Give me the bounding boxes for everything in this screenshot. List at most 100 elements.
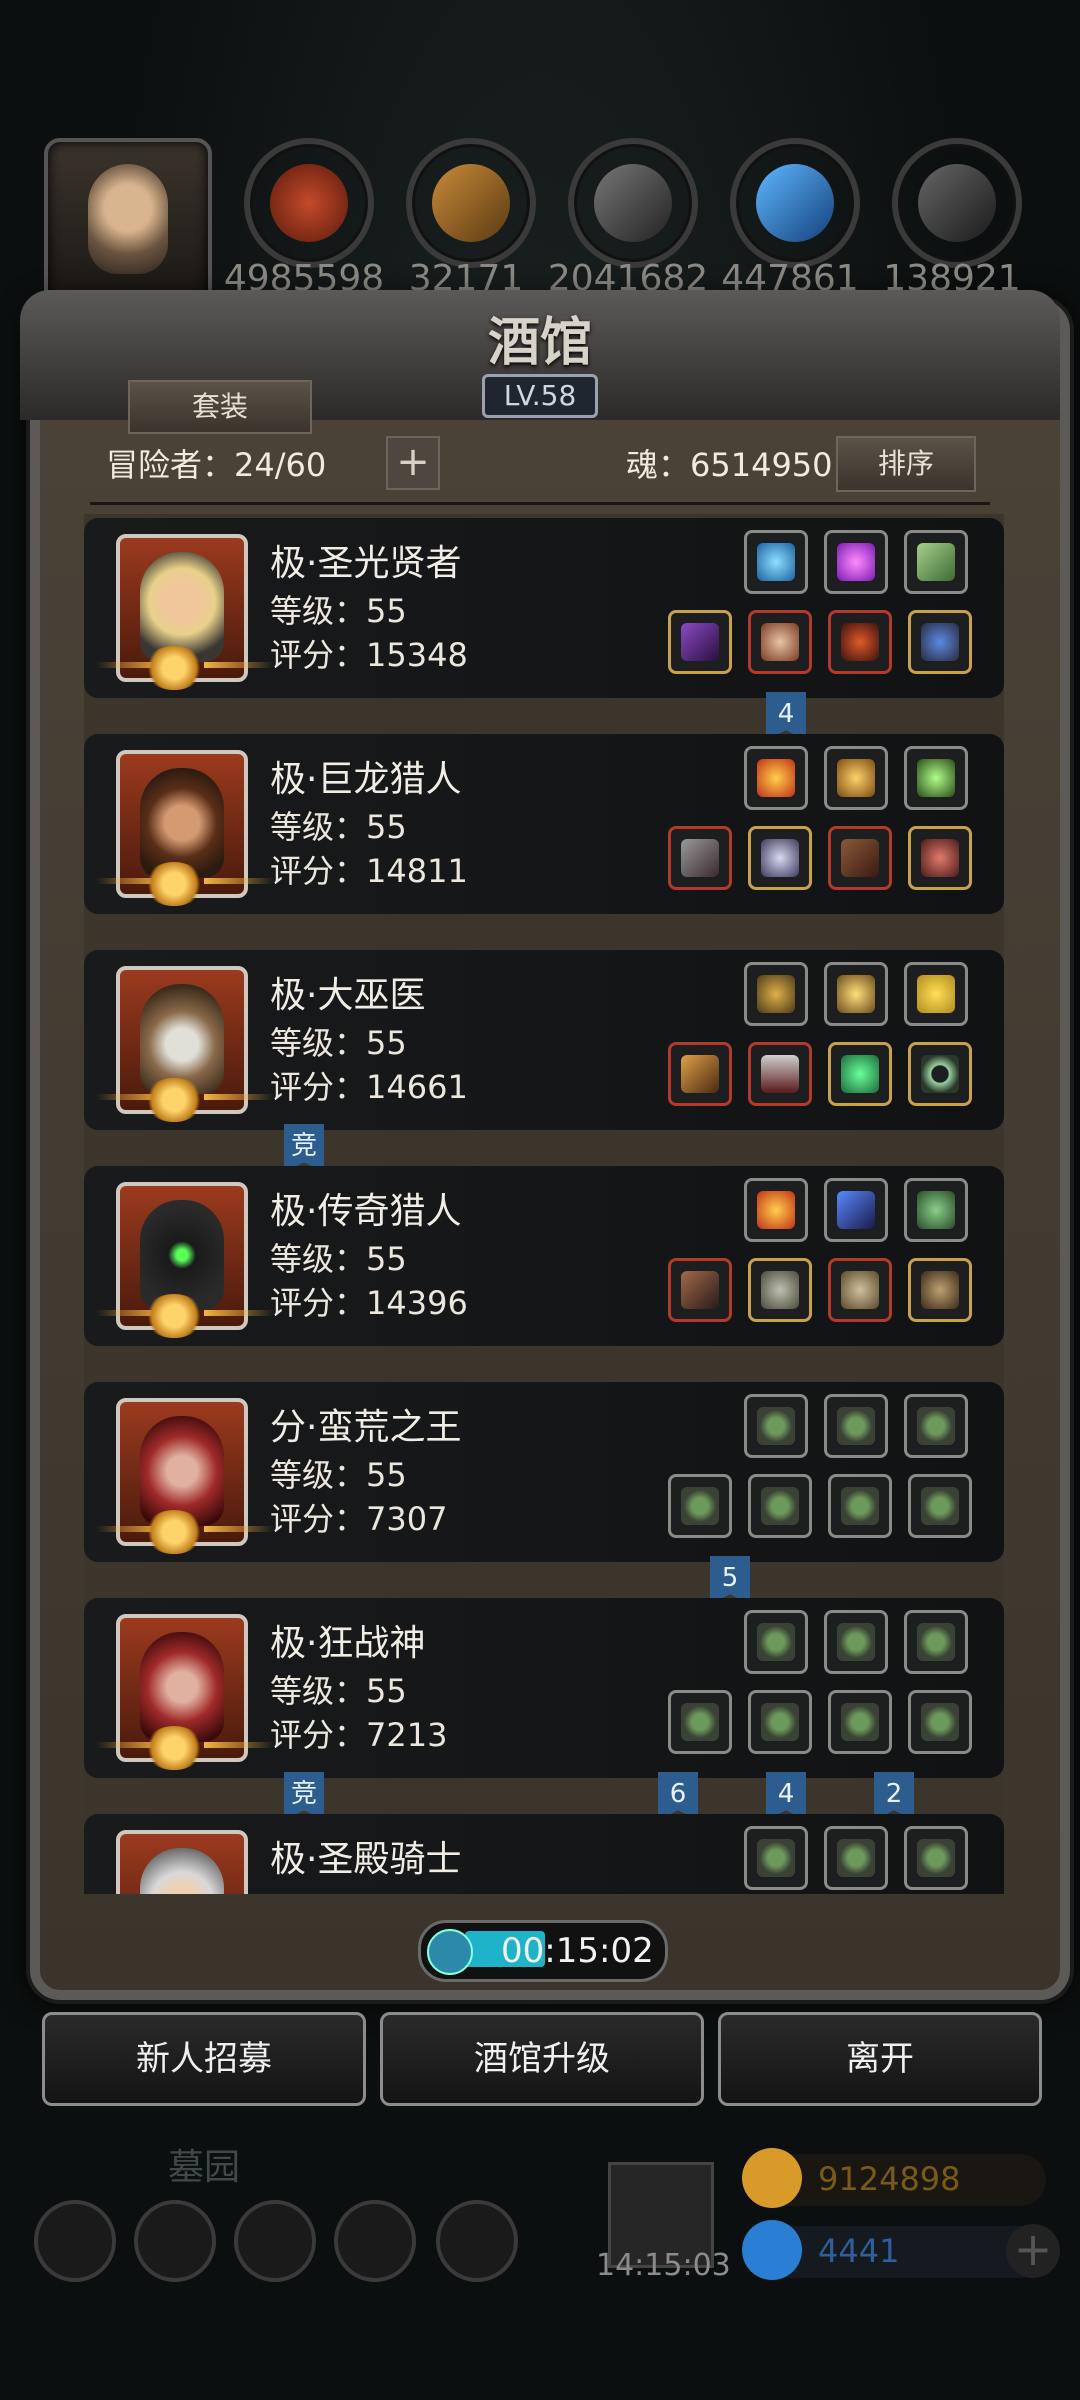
hero-level: 等级：55 xyxy=(270,808,407,846)
staff-equip-icon[interactable] xyxy=(668,1042,732,1106)
hero-name: 分·蛮荒之王 xyxy=(270,1407,462,1448)
set-button[interactable]: 套装 xyxy=(128,380,312,434)
hero-card[interactable]: 极·圣光贤者 等级：55 评分：15348 xyxy=(84,518,1004,698)
battle-icon[interactable] xyxy=(436,2200,518,2282)
empty-slot-icon[interactable] xyxy=(668,1690,732,1754)
orb-equip-icon[interactable] xyxy=(744,530,808,594)
sort-button[interactable]: 排序 xyxy=(836,436,976,492)
armor-equip-icon[interactable] xyxy=(748,610,812,674)
gem-value: 4441 xyxy=(818,2232,900,2270)
add-slot-button[interactable]: + xyxy=(386,436,440,490)
stone-resource-icon[interactable] xyxy=(568,138,698,268)
hero-card[interactable]: 极·传奇猎人 等级：55 评分：14396 xyxy=(84,1166,1004,1346)
rank-emblem-icon xyxy=(144,1078,204,1122)
hero-portrait xyxy=(116,1830,248,1894)
hero-score: 评分：14396 xyxy=(270,1284,468,1322)
hero-name: 极·巨龙猎人 xyxy=(270,759,462,800)
lamp-equip-icon[interactable] xyxy=(904,746,968,810)
empty-slot-icon[interactable] xyxy=(828,1474,892,1538)
gold-value: 9124898 xyxy=(818,2160,961,2198)
empty-slot-icon[interactable] xyxy=(824,1826,888,1890)
tavern-panel: 酒馆 LV.58 套装 冒险者：24/60 + 魂：6514950 排序 极·圣… xyxy=(20,290,1070,2000)
lantern-equip-icon[interactable] xyxy=(824,962,888,1026)
divider xyxy=(90,502,990,505)
panel-title: 酒馆 xyxy=(487,312,592,373)
leave-button[interactable]: 离开 xyxy=(718,2012,1042,2106)
quest-icon[interactable] xyxy=(234,2200,316,2282)
rank-emblem-icon xyxy=(144,1510,204,1554)
gem-icon xyxy=(742,2220,802,2280)
fire-equip-icon[interactable] xyxy=(744,1178,808,1242)
feather-equip-icon[interactable] xyxy=(824,1178,888,1242)
empty-slot-icon[interactable] xyxy=(748,1690,812,1754)
apple-equip-icon[interactable] xyxy=(904,962,968,1026)
empty-slot-icon[interactable] xyxy=(824,1394,888,1458)
hero-score: 评分：14661 xyxy=(270,1068,468,1106)
chest-armor-equip-icon[interactable] xyxy=(748,826,812,890)
hero-card[interactable]: 极·巨龙猎人 等级：55 评分：14811 xyxy=(84,734,1004,914)
heart-charm-equip-icon[interactable] xyxy=(908,826,972,890)
clock-icon xyxy=(427,1929,473,1975)
gold-counter: 9124898 xyxy=(742,2148,1046,2208)
hero-level: 等级：55 xyxy=(270,1456,407,1494)
empty-slot-icon[interactable] xyxy=(908,1474,972,1538)
empty-slot-icon[interactable] xyxy=(904,1826,968,1890)
hero-level: 等级：55 xyxy=(270,1024,407,1062)
helmet-equip-icon[interactable] xyxy=(744,962,808,1026)
empty-slot-icon[interactable] xyxy=(668,1474,732,1538)
empty-slot-icon[interactable] xyxy=(744,1394,808,1458)
cemetery-label: 墓园 xyxy=(168,2147,241,2188)
armor-equip-icon[interactable] xyxy=(748,1258,812,1322)
staff-equip-icon[interactable] xyxy=(668,610,732,674)
ring-equip-icon[interactable] xyxy=(908,1042,972,1106)
amulet-equip-icon[interactable] xyxy=(828,610,892,674)
iron-resource-icon[interactable] xyxy=(892,138,1022,268)
player-avatar[interactable] xyxy=(44,138,212,306)
leaf-equip-icon[interactable] xyxy=(904,530,968,594)
necklace-equip-icon[interactable] xyxy=(908,610,972,674)
gem-equip-icon[interactable] xyxy=(824,530,888,594)
tavern-level-badge: LV.58 xyxy=(482,374,598,418)
achievement-icon[interactable] xyxy=(134,2200,216,2282)
hero-card[interactable]: 极·狂战神 等级：55 评分：7213 xyxy=(84,1598,1004,1778)
empty-slot-icon[interactable] xyxy=(744,1826,808,1890)
wood-resource-icon[interactable] xyxy=(406,138,536,268)
hero-card[interactable]: 分·蛮荒之王 等级：55 评分：7307 xyxy=(84,1382,1004,1562)
hero-list[interactable]: 极·圣光贤者 等级：55 评分：15348 4 极·巨龙猎人 等级：55 评分：… xyxy=(84,514,1004,1894)
empty-slot-icon[interactable] xyxy=(904,1610,968,1674)
robe-equip-icon[interactable] xyxy=(748,1042,812,1106)
add-currency-button[interactable]: + xyxy=(1006,2224,1060,2278)
hero-score: 评分：14811 xyxy=(270,852,468,890)
empty-slot-icon[interactable] xyxy=(904,1394,968,1458)
rank-emblem-icon xyxy=(144,1726,204,1770)
book-equip-icon[interactable] xyxy=(828,826,892,890)
gem-counter: 4441 xyxy=(742,2220,1046,2280)
meat-resource-icon[interactable] xyxy=(244,138,374,268)
empty-slot-icon[interactable] xyxy=(744,1610,808,1674)
recruit-button[interactable]: 新人招募 xyxy=(42,2012,366,2106)
mail-icon[interactable] xyxy=(334,2200,416,2282)
hero-name: 极·传奇猎人 xyxy=(270,1191,462,1232)
hero-name: 极·大巫医 xyxy=(270,975,426,1016)
crossbow-equip-icon[interactable] xyxy=(668,826,732,890)
rifle-equip-icon[interactable] xyxy=(668,1258,732,1322)
potion-equip-icon[interactable] xyxy=(828,1042,892,1106)
empty-slot-icon[interactable] xyxy=(748,1474,812,1538)
helm-equip-icon[interactable] xyxy=(828,1258,892,1322)
count-tag: 2 xyxy=(874,1772,914,1820)
hero-card[interactable]: 极·圣殿骑士 xyxy=(84,1814,1004,1894)
empty-slot-icon[interactable] xyxy=(824,1610,888,1674)
gift-timer: 14:15:03 xyxy=(596,2248,731,2283)
fire-equip-icon[interactable] xyxy=(744,746,808,810)
upgrade-tavern-button[interactable]: 酒馆升级 xyxy=(380,2012,704,2106)
hero-score: 评分：7213 xyxy=(270,1716,448,1754)
lantern-equip-icon[interactable] xyxy=(824,746,888,810)
settings-icon[interactable] xyxy=(34,2200,116,2282)
hero-level: 等级：55 xyxy=(270,592,407,630)
bowl-equip-icon[interactable] xyxy=(904,1178,968,1242)
gauntlet-equip-icon[interactable] xyxy=(908,1258,972,1322)
empty-slot-icon[interactable] xyxy=(828,1690,892,1754)
crystal-resource-icon[interactable] xyxy=(730,138,860,268)
empty-slot-icon[interactable] xyxy=(908,1690,972,1754)
hero-card[interactable]: 极·大巫医 等级：55 评分：14661 xyxy=(84,950,1004,1130)
